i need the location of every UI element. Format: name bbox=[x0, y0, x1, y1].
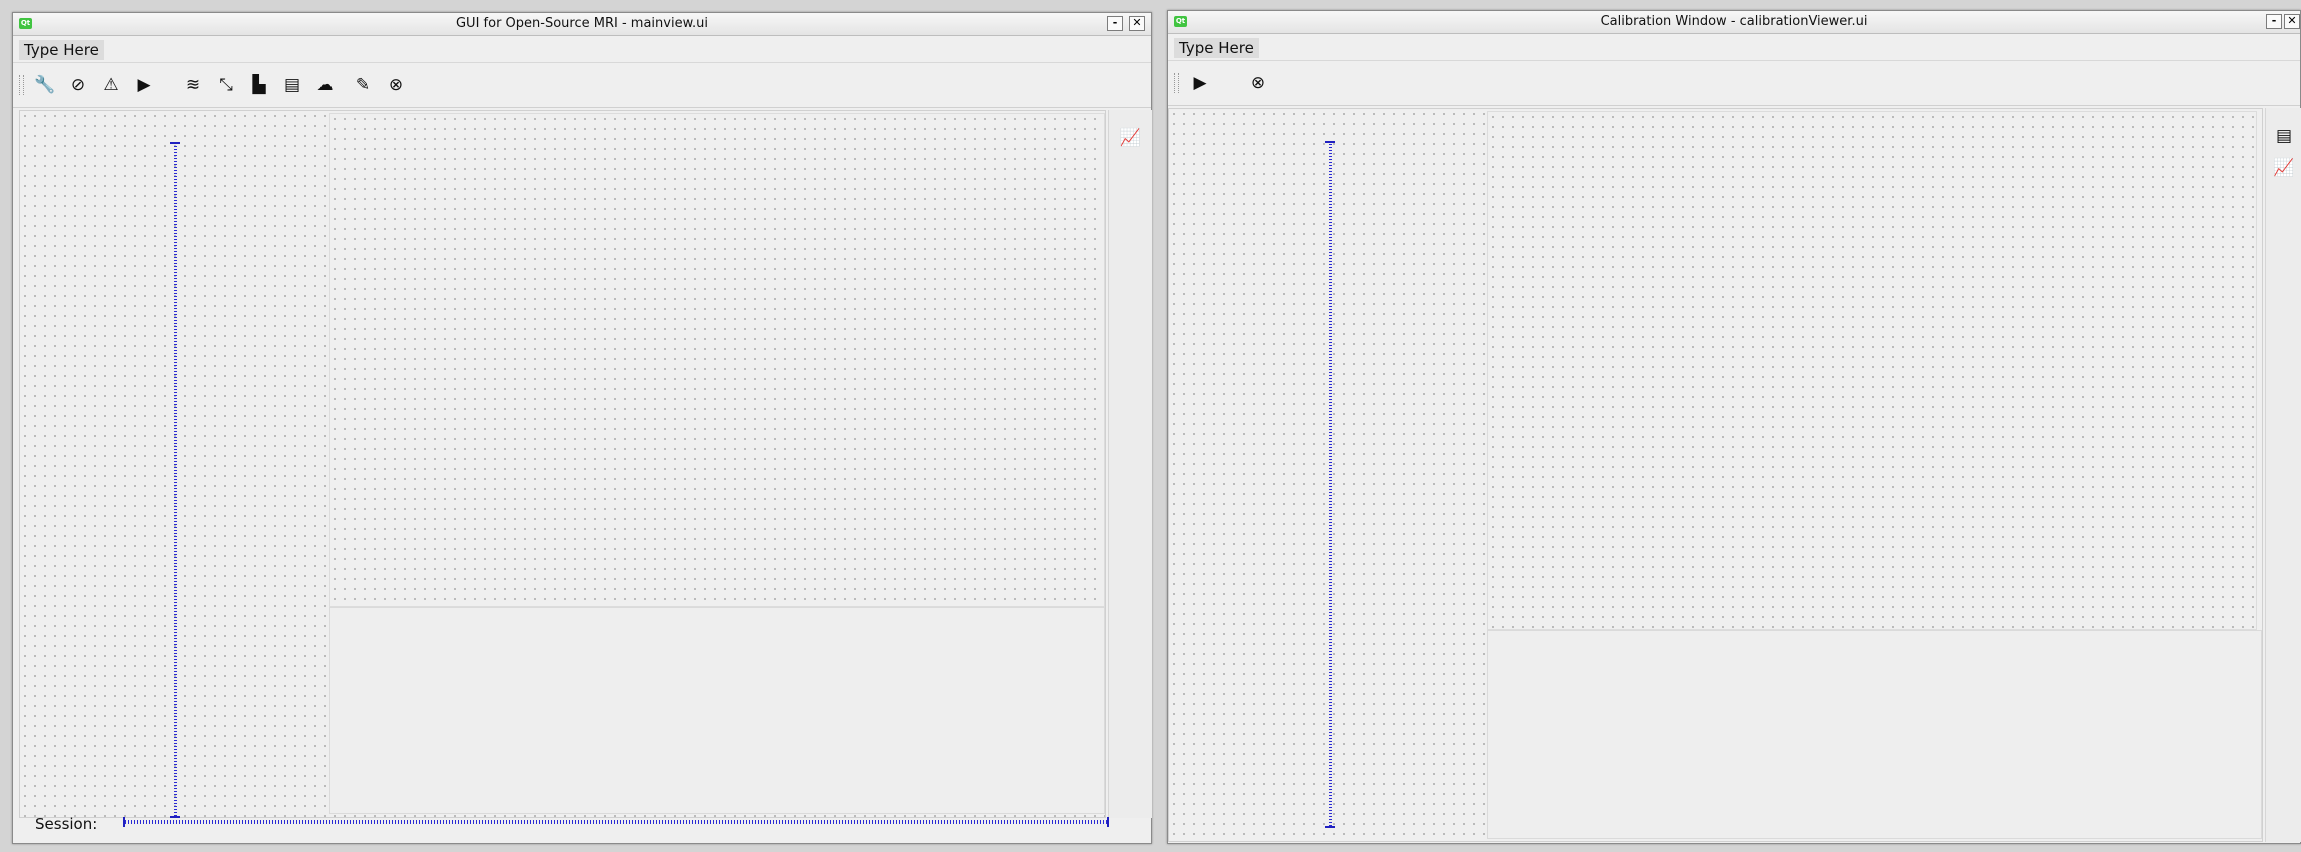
plot-area-lower bbox=[329, 607, 1105, 814]
line-chart-icon[interactable]: 📈 bbox=[1120, 128, 1141, 148]
cancel-circle-icon[interactable]: ⊗ bbox=[384, 73, 408, 97]
main-window-titlebar[interactable]: Qt GUI for Open-Source MRI - mainview.ui… bbox=[13, 13, 1151, 36]
calibration-window-title: Calibration Window - calibrationViewer.u… bbox=[1600, 14, 1868, 29]
cloud-icon[interactable]: ☁ bbox=[313, 73, 337, 97]
main-toolbar: 🔧 ⊘ ⚠ ▶ ≋ ⤡ ▙ ▤ ☁ ✎ ⊗ bbox=[13, 63, 1151, 108]
bar-chart-icon[interactable]: ▙ bbox=[247, 73, 271, 97]
compass-icon[interactable]: ⊘ bbox=[66, 73, 90, 97]
dock-strip: ▤ 📈 bbox=[2265, 108, 2301, 842]
plot-area-upper bbox=[1487, 111, 2257, 630]
main-window: Qt GUI for Open-Source MRI - mainview.ui… bbox=[12, 12, 1152, 844]
mail-upload-icon[interactable]: ⚠ bbox=[99, 73, 123, 97]
pen-icon[interactable]: ✎ bbox=[351, 73, 375, 97]
clipboard-icon[interactable]: ▤ bbox=[2276, 126, 2292, 146]
vertical-spacer bbox=[170, 142, 180, 818]
calibration-window: Qt Calibration Window - calibrationViewe… bbox=[1167, 10, 2301, 844]
cancel-circle-icon[interactable]: ⊗ bbox=[1246, 71, 1270, 95]
menu-type-here[interactable]: Type Here bbox=[19, 40, 104, 60]
id-card-icon[interactable]: ▤ bbox=[280, 73, 304, 97]
dock-strip: 📈 bbox=[1108, 110, 1152, 818]
close-button[interactable]: ✕ bbox=[1129, 16, 1145, 31]
main-menubar: Type Here bbox=[13, 36, 1151, 63]
line-chart-icon[interactable]: 📈 bbox=[2273, 158, 2294, 178]
play-icon[interactable]: ▶ bbox=[1188, 71, 1212, 95]
vertical-spacer bbox=[1325, 141, 1335, 828]
session-label: Session: bbox=[35, 815, 98, 833]
toolbar-handle[interactable] bbox=[1174, 73, 1179, 93]
waves-icon[interactable]: ≋ bbox=[181, 73, 205, 97]
close-button[interactable]: ✕ bbox=[2284, 14, 2300, 29]
main-window-title: GUI for Open-Source MRI - mainview.ui bbox=[455, 16, 708, 31]
menu-type-here[interactable]: Type Here bbox=[1174, 38, 1259, 58]
calibration-window-titlebar[interactable]: Qt Calibration Window - calibrationViewe… bbox=[1168, 11, 2300, 34]
wrench-icon[interactable]: 🔧 bbox=[33, 73, 57, 97]
calibration-toolbar: ▶ ⊗ bbox=[1168, 61, 2300, 106]
calibration-menubar: Type Here bbox=[1168, 34, 2300, 61]
toolbar-handle[interactable] bbox=[19, 75, 24, 95]
minimize-button[interactable]: - bbox=[1107, 16, 1123, 31]
horizontal-spacer bbox=[123, 817, 1109, 827]
minimize-button[interactable]: - bbox=[2266, 14, 2282, 29]
compress-icon[interactable]: ⤡ bbox=[214, 73, 238, 97]
plot-area-lower bbox=[1487, 630, 2262, 839]
play-icon[interactable]: ▶ bbox=[132, 73, 156, 97]
plot-area-upper bbox=[329, 113, 1105, 607]
